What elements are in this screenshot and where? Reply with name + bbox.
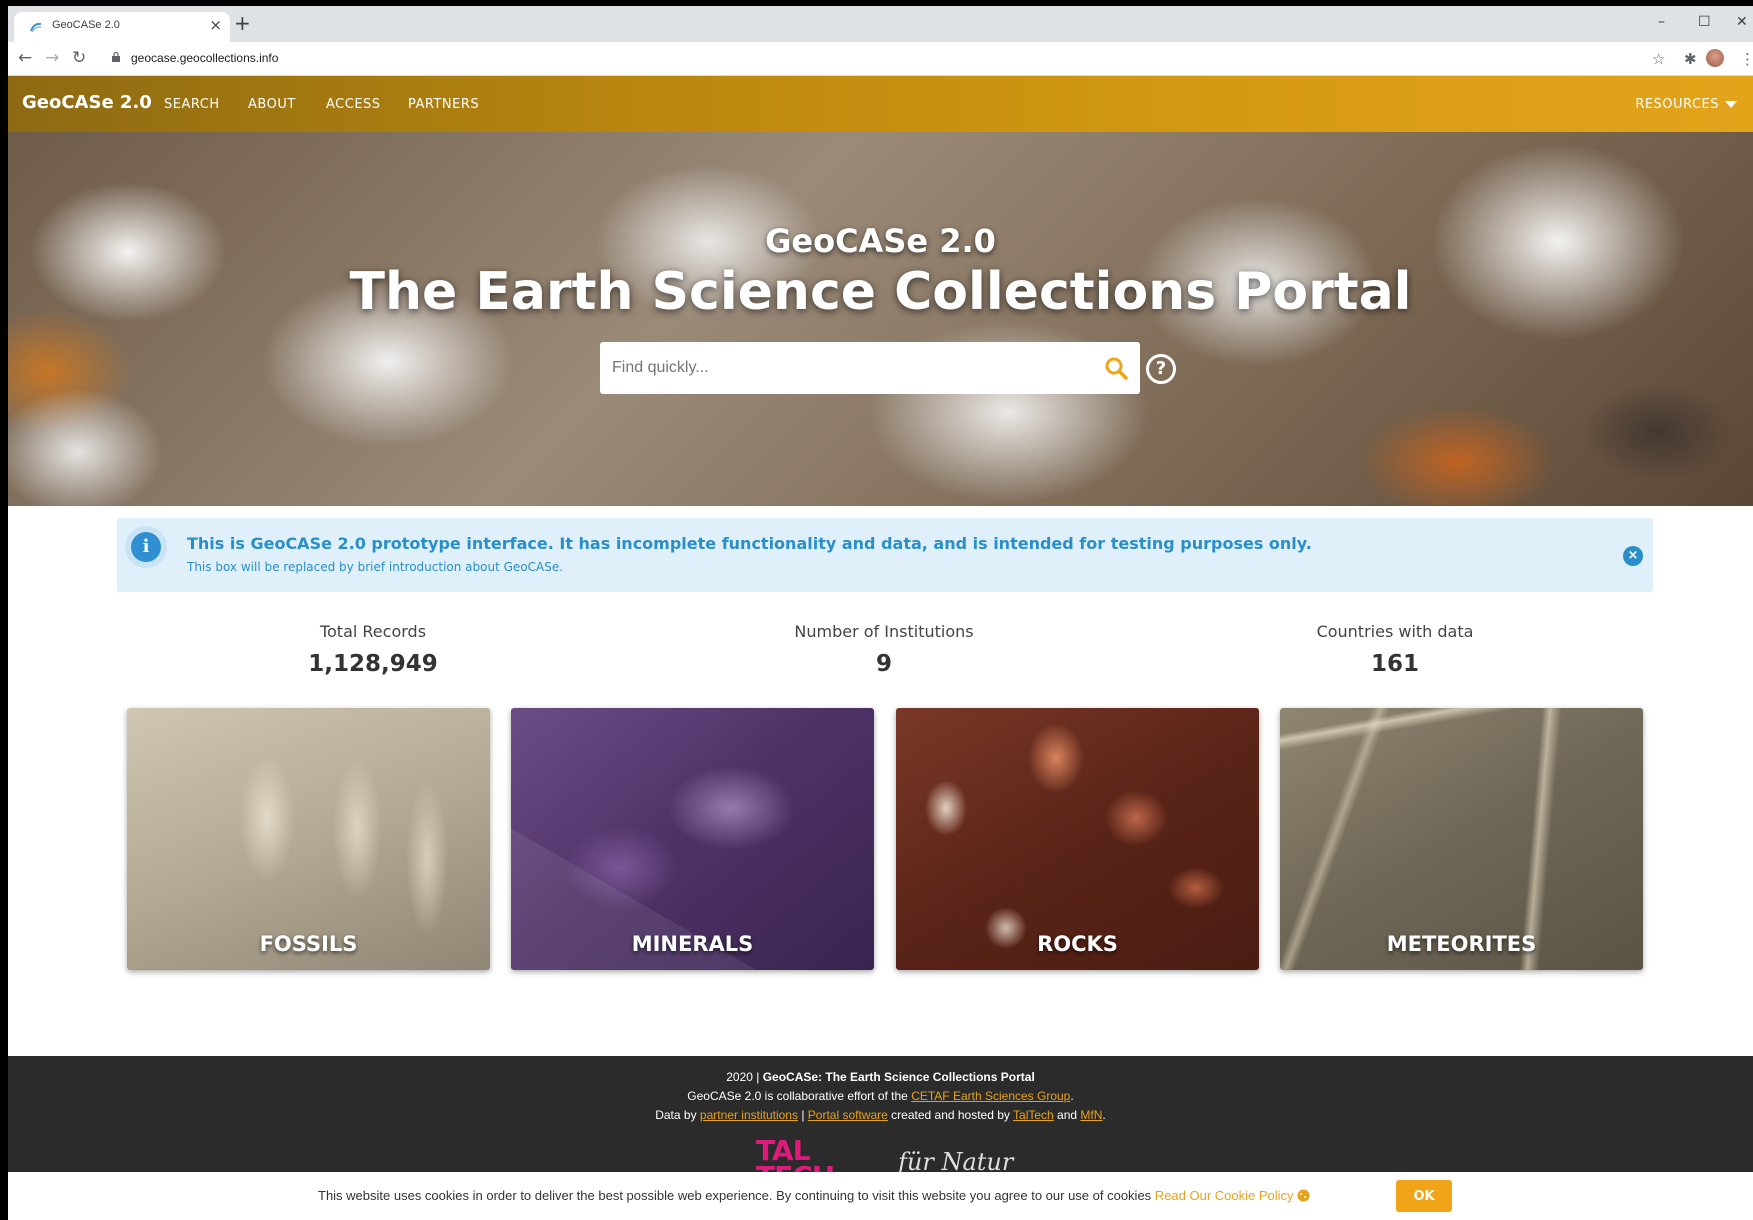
- nav-search[interactable]: SEARCH: [164, 97, 220, 112]
- reload-icon[interactable]: ↻: [72, 48, 86, 68]
- maximize-icon[interactable]: ☐: [1698, 12, 1711, 32]
- forward-icon[interactable]: →: [45, 48, 59, 68]
- window-close-icon[interactable]: ✕: [1736, 12, 1748, 32]
- footer-collab: GeoCASe 2.0 is collaborative effort of t…: [8, 1089, 1753, 1103]
- extensions-icon[interactable]: ✱: [1684, 49, 1697, 69]
- bookmark-star-icon[interactable]: ☆: [1652, 49, 1665, 69]
- alert-body: This box will be replaced by brief intro…: [187, 560, 564, 574]
- alert-headline: This is GeoCASe 2.0 prototype interface.…: [187, 534, 1312, 553]
- card-meteorites[interactable]: METEORITES: [1280, 708, 1643, 970]
- stat-label: Total Records: [319, 622, 427, 641]
- portal-software-link[interactable]: Portal software: [808, 1108, 888, 1122]
- stat-countries: Countries with data 161: [1195, 622, 1595, 677]
- site-navbar: GeoCASe 2.0 SEARCH ABOUT ACCESS PARTNERS…: [8, 76, 1753, 132]
- tab-strip: GeoCASe 2.0 × + – ☐ ✕: [8, 6, 1753, 42]
- cookie-banner: This website uses cookies in order to de…: [8, 1172, 1753, 1220]
- browser-window: GeoCASe 2.0 × + – ☐ ✕ ← → ↻ geocase.geoc…: [8, 6, 1753, 1220]
- nav-about[interactable]: ABOUT: [248, 97, 296, 112]
- card-rocks[interactable]: ROCKS: [896, 708, 1259, 970]
- footer-text: .: [1102, 1108, 1106, 1122]
- stat-label: Countries with data: [1316, 622, 1474, 641]
- browser-toolbar: ← → ↻ geocase.geocollections.info ☆ ✱ ⋮: [8, 42, 1753, 76]
- lock-icon: [112, 52, 120, 62]
- browser-tab[interactable]: GeoCASe 2.0 ×: [14, 12, 230, 42]
- cookie-message: This website uses cookies in order to de…: [318, 1188, 1310, 1203]
- footer-year: 2020 |: [726, 1070, 763, 1084]
- footer-text: and: [1053, 1108, 1081, 1122]
- nav-partners[interactable]: PARTNERS: [408, 97, 479, 112]
- search-icon[interactable]: [1104, 356, 1128, 380]
- footer-text: created and hosted by: [887, 1108, 1014, 1122]
- nav-access[interactable]: ACCESS: [326, 97, 381, 112]
- cetaf-link[interactable]: CETAF Earth Sciences Group: [911, 1089, 1070, 1103]
- card-label: METEORITES: [1386, 932, 1537, 956]
- hero-title: The Earth Science Collections Portal: [349, 262, 1412, 322]
- stat-institutions: Number of Institutions 9: [684, 622, 1084, 677]
- browser-menu-icon[interactable]: ⋮: [1740, 49, 1753, 69]
- card-minerals[interactable]: MINERALS: [511, 708, 874, 970]
- site-brand[interactable]: GeoCASe 2.0: [22, 92, 152, 113]
- card-fossils[interactable]: FOSSILS: [127, 708, 490, 970]
- footer-credits: Data by partner institutions | Portal so…: [8, 1108, 1753, 1122]
- new-tab-icon[interactable]: +: [234, 13, 251, 33]
- close-icon[interactable]: ×: [1623, 546, 1643, 566]
- footer-text: Data by: [655, 1108, 700, 1122]
- cookie-policy-link[interactable]: Read Our Cookie Policy: [1155, 1188, 1294, 1203]
- card-label: ROCKS: [1037, 932, 1118, 956]
- profile-avatar[interactable]: [1706, 49, 1724, 67]
- footer-text: |: [797, 1108, 808, 1122]
- resources-dropdown[interactable]: RESOURCES: [1635, 97, 1737, 112]
- quick-search: [600, 342, 1140, 394]
- stat-value: 1,128,949: [308, 651, 438, 677]
- tab-close-icon[interactable]: ×: [209, 16, 222, 34]
- search-input[interactable]: [600, 342, 1080, 394]
- taltech-link[interactable]: TalTech: [1013, 1108, 1054, 1122]
- back-icon[interactable]: ←: [18, 48, 32, 68]
- footer-portal-name: GeoCASe: The Earth Science Collections P…: [762, 1070, 1035, 1084]
- hero-banner: GeoCASe 2.0 The Earth Science Collection…: [8, 132, 1753, 506]
- favicon-icon: [30, 22, 42, 33]
- footer-text: .: [1070, 1089, 1074, 1103]
- card-label: FOSSILS: [259, 932, 358, 956]
- info-alert: i This is GeoCASe 2.0 prototype interfac…: [117, 518, 1653, 592]
- card-label: MINERALS: [631, 932, 754, 956]
- hero-subtitle: GeoCASe 2.0: [765, 222, 996, 260]
- stat-value: 161: [1370, 651, 1419, 677]
- resources-label: RESOURCES: [1635, 97, 1719, 112]
- minimize-icon[interactable]: –: [1658, 12, 1665, 32]
- address-bar[interactable]: geocase.geocollections.info: [131, 51, 278, 65]
- stat-value: 9: [875, 651, 892, 677]
- cookie-icon: [1297, 1189, 1310, 1202]
- stat-total-records: Total Records 1,128,949: [173, 622, 573, 677]
- caret-down-icon: [1725, 101, 1737, 108]
- cookie-ok-button[interactable]: OK: [1396, 1180, 1452, 1212]
- mfn-link[interactable]: MfN: [1080, 1108, 1102, 1122]
- tab-title: GeoCASe 2.0: [52, 19, 120, 31]
- stat-label: Number of Institutions: [794, 622, 974, 641]
- footer-copyright: 2020 | GeoCASe: The Earth Science Collec…: [8, 1070, 1753, 1084]
- partner-institutions-link[interactable]: partner institutions: [700, 1108, 798, 1122]
- help-icon[interactable]: ?: [1146, 354, 1176, 384]
- info-icon: i: [131, 532, 161, 562]
- cookie-text: This website uses cookies in order to de…: [318, 1188, 1155, 1203]
- footer-text: GeoCASe 2.0 is collaborative effort of t…: [687, 1089, 912, 1103]
